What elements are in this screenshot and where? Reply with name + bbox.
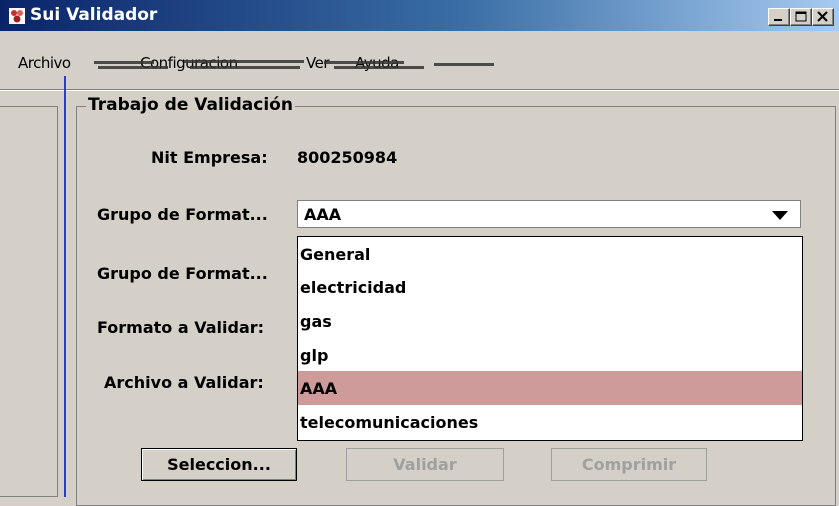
nit-value: 800250984 [297, 148, 398, 167]
maximize-icon [795, 11, 807, 22]
left-pane [0, 106, 58, 497]
title-bar[interactable]: Sui Validador [0, 0, 839, 31]
splitter-divider[interactable] [64, 76, 66, 497]
option-telecomunicaciones[interactable]: telecomunicaciones [298, 405, 802, 439]
minimize-button[interactable] [768, 8, 790, 26]
nit-label: Nit Empresa: [151, 148, 268, 167]
maximize-button[interactable] [790, 8, 812, 26]
option-general[interactable]: General [298, 237, 802, 271]
combo-dropdown-list[interactable]: General electricidad gas glp AAA telecom… [297, 236, 803, 441]
grupo-formato-label-2: Grupo de Format... [97, 264, 268, 283]
validar-button[interactable]: Validar [346, 448, 504, 481]
archivo-label: Archivo a Validar: [104, 373, 264, 392]
seleccion-button[interactable]: Seleccion... [141, 448, 297, 481]
menu-separator [0, 89, 839, 91]
menu-render-artifact [94, 60, 494, 69]
app-icon [9, 8, 25, 24]
menu-archivo[interactable]: Archivo [18, 54, 71, 72]
option-glp[interactable]: glp [298, 338, 802, 372]
grupo-formato-label-1: Grupo de Format... [97, 205, 268, 224]
dropdown-arrow-icon[interactable] [772, 211, 788, 220]
option-gas[interactable]: gas [298, 304, 802, 338]
grupo-formato-combo[interactable]: AAA [297, 200, 801, 228]
close-button[interactable] [812, 8, 834, 26]
groupbox-title: Trabajo de Validación [86, 95, 295, 115]
comprimir-button[interactable]: Comprimir [551, 448, 707, 481]
formato-label: Formato a Validar: [97, 318, 265, 337]
option-aaa-selected[interactable]: AAA [298, 371, 802, 405]
close-icon [817, 11, 828, 22]
minimize-icon [774, 19, 782, 21]
window-title: Sui Validador [30, 5, 158, 25]
option-electricidad[interactable]: electricidad [298, 270, 802, 304]
combo-selected-value: AAA [304, 205, 342, 224]
